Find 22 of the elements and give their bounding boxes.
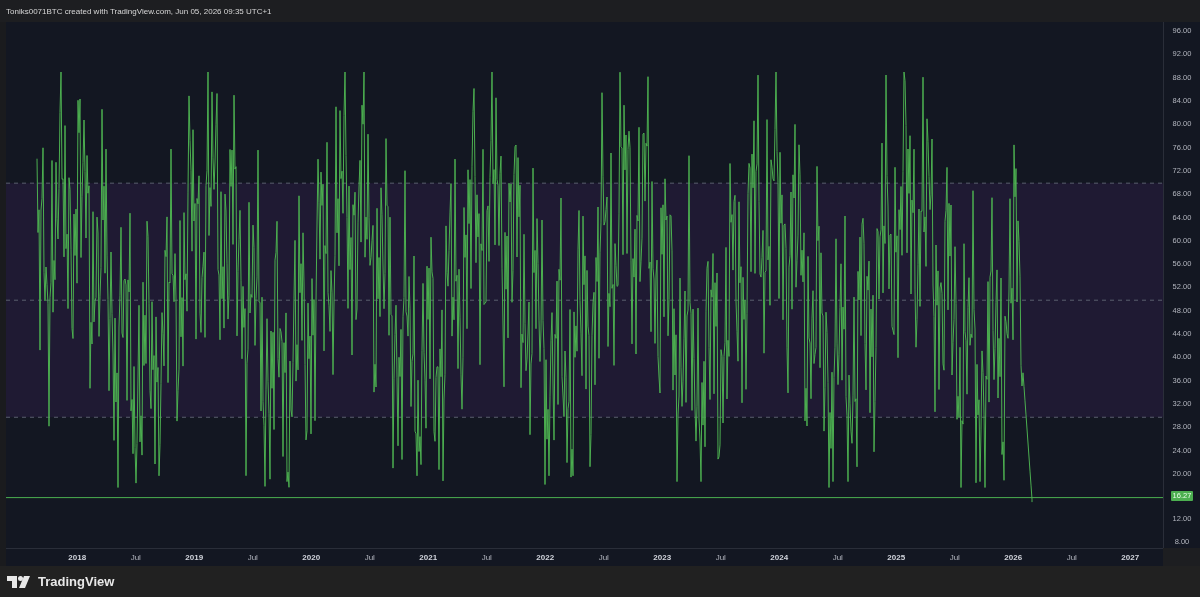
time-axis-label: 2027 bbox=[1120, 553, 1141, 562]
time-axis-label: Jul bbox=[948, 553, 961, 562]
time-axis-label: 2024 bbox=[769, 553, 790, 562]
time-axis-label: Jul bbox=[129, 553, 142, 562]
time-axis-label: 2019 bbox=[184, 553, 205, 562]
time-axis-label: Jul bbox=[831, 553, 844, 562]
time-axis-label: Jul bbox=[597, 553, 610, 562]
chart-caption: Toniks0071BTC created with TradingView.com, Jun 05, 2026 09:35 UTC+1 bbox=[6, 6, 272, 16]
logo-icon bbox=[7, 574, 33, 589]
time-axis-label: 2026 bbox=[1003, 553, 1024, 562]
time-axis-label: 2025 bbox=[886, 553, 907, 562]
time-axis-label: Jul bbox=[246, 553, 259, 562]
time-axis-label: 2018 bbox=[67, 553, 88, 562]
time-axis-label: Jul bbox=[363, 553, 376, 562]
time-axis-label: 2021 bbox=[418, 553, 439, 562]
time-axis-label: Jul bbox=[480, 553, 493, 562]
time-axis-label: Jul bbox=[714, 553, 727, 562]
time-axis-label: Jul bbox=[1065, 553, 1078, 562]
brand-name: TradingView bbox=[38, 574, 115, 589]
time-axis-label: 2022 bbox=[535, 553, 556, 562]
time-axis-label: 2020 bbox=[301, 553, 322, 562]
time-axis-label: 2023 bbox=[652, 553, 673, 562]
